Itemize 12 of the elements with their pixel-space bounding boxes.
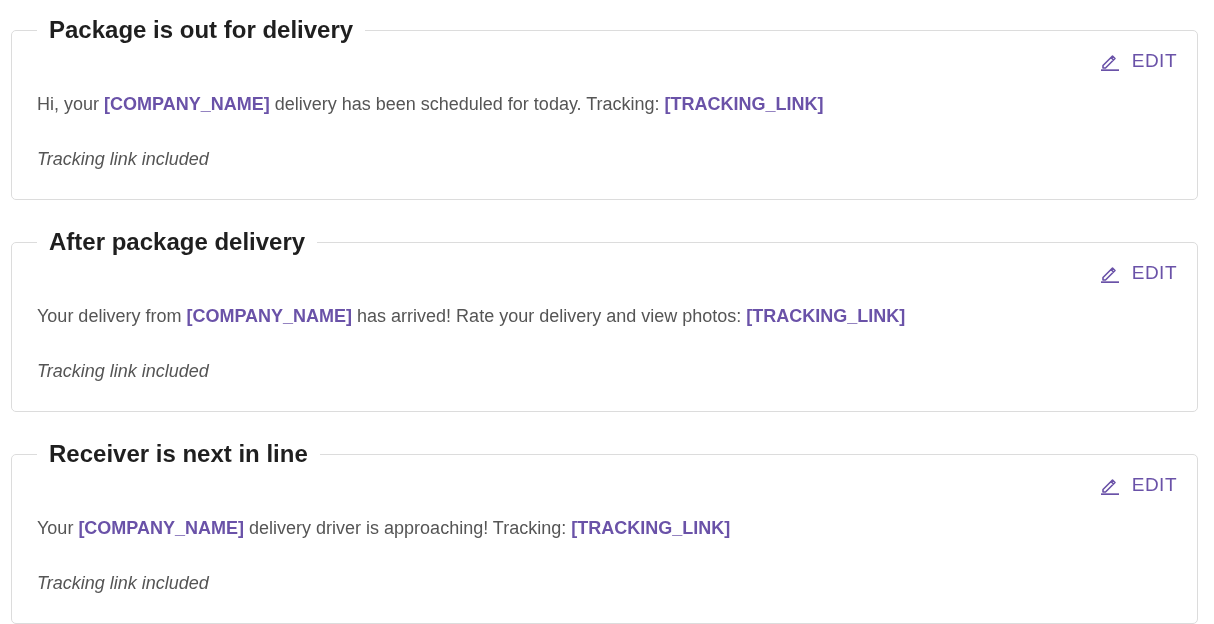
- card-title: Package is out for delivery: [48, 15, 355, 45]
- note-text: Tracking link included: [37, 360, 210, 383]
- message-text: Your delivery from [COMPANY_NAME] has arrived! Rate your delivery and view photos: [TRACKING_LINK]: [37, 305, 907, 328]
- edit-button[interactable]: EDIT: [1097, 470, 1177, 500]
- note-text: Tracking link included: [37, 572, 210, 595]
- note-text: Tracking link included: [37, 148, 210, 171]
- message-text: Hi, your [COMPANY_NAME] delivery has been scheduled for today. Tracking: [TRACKING_LINK]: [37, 93, 825, 116]
- edit-button[interactable]: EDIT: [1097, 46, 1177, 76]
- message-text: Your [COMPANY_NAME] delivery driver is approaching! Tracking: [TRACKING_LINK]: [37, 517, 732, 540]
- card-title: Receiver is next in line: [48, 439, 309, 469]
- card-title: After package delivery: [48, 227, 307, 257]
- edit-button[interactable]: EDIT: [1097, 258, 1177, 288]
